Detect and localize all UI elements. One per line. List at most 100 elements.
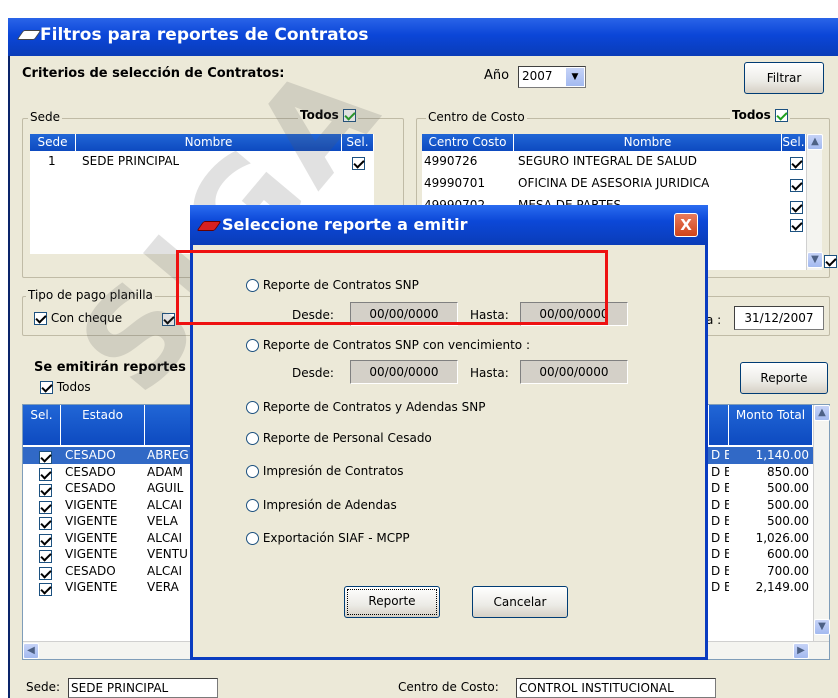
desde-input-2[interactable]: 00/00/0000 <box>350 360 458 384</box>
dialog-report-button[interactable]: Reporte <box>344 586 440 618</box>
scroll-right-icon[interactable]: ▶ <box>793 643 809 659</box>
row-nombre: ALCAI <box>147 530 183 545</box>
option-exportacion-siaf[interactable]: Exportación SIAF - MCPP <box>246 531 410 545</box>
row-estado: VIGENTE <box>65 530 118 545</box>
centro-row-checkbox[interactable] <box>823 255 837 268</box>
row-checkbox[interactable] <box>39 484 52 497</box>
table-row[interactable]: 4990726 SEGURO INTEGRAL DE SALUD <box>422 153 806 170</box>
row-monto: 1,140.00 <box>755 448 809 462</box>
filter-button[interactable]: Filtrar <box>744 62 824 94</box>
row-checkbox[interactable] <box>39 550 52 563</box>
row-checkbox[interactable] <box>39 517 52 530</box>
scroll-down-icon[interactable]: ▼ <box>807 252 823 268</box>
year-select[interactable]: 2007 ▼ <box>518 66 586 88</box>
scroll-left-icon[interactable]: ◀ <box>23 643 39 659</box>
option-label: Impresión de Contratos <box>262 464 404 478</box>
criteria-label: Criterios de selección de Contratos: <box>22 66 285 81</box>
option-contratos-adendas[interactable]: Reporte de Contratos y Adendas SNP <box>246 400 485 414</box>
con-cheque-checkbox[interactable] <box>34 312 47 325</box>
row-checkbox[interactable] <box>39 583 52 596</box>
sede-code: 1 <box>48 154 56 168</box>
centro-row-checkbox[interactable] <box>790 179 803 192</box>
row-checkbox[interactable] <box>39 533 52 547</box>
hasta-input-2[interactable]: 00/00/0000 <box>520 360 628 384</box>
code-col-header[interactable] <box>709 405 729 445</box>
monto-col-header[interactable]: Monto Total <box>729 405 813 445</box>
emitir-todos[interactable]: Todos <box>40 380 91 394</box>
table-row[interactable]: 49990701 OFICINA DE ASESORIA JURIDICA <box>422 175 806 192</box>
option-radio[interactable] <box>246 532 259 545</box>
row-checkbox[interactable] <box>39 451 52 464</box>
option-label: Exportación SIAF - MCPP <box>262 531 410 545</box>
centro-sel-header[interactable]: Sel. <box>782 134 806 151</box>
row-checkbox[interactable] <box>39 500 52 514</box>
row-monto: 700.00 <box>767 563 809 578</box>
centro-nombre-header[interactable]: Nombre <box>514 134 782 151</box>
row-code: D E <box>711 514 729 528</box>
row-monto: 600.00 <box>767 547 809 561</box>
highlight-annotation <box>176 250 608 325</box>
centro-row-checkbox[interactable] <box>790 219 803 232</box>
centro-row-checkbox[interactable] <box>790 201 803 214</box>
scroll-down-icon[interactable]: ▼ <box>814 619 830 635</box>
report-button[interactable]: Reporte <box>740 362 828 394</box>
window-title: Filtros para reportes de Contratos <box>40 25 369 45</box>
row-estado: VIGENTE <box>65 514 118 528</box>
emitir-todos-checkbox[interactable] <box>40 381 53 394</box>
scroll-up-icon[interactable]: ▲ <box>814 405 830 421</box>
dialog-cancel-button[interactable]: Cancelar <box>472 586 568 618</box>
desde-label-2: Desde: <box>292 366 334 380</box>
option-radio[interactable] <box>246 401 259 414</box>
dialog-title: Seleccione reporte a emitir <box>222 215 468 234</box>
centro-code: 49990701 <box>424 176 486 190</box>
row-code: D E <box>711 497 729 512</box>
sel-col-header[interactable]: Sel. <box>23 405 61 445</box>
close-icon[interactable]: X <box>674 213 698 237</box>
centro-todos: Todos <box>730 108 790 122</box>
centro-todos-label: Todos <box>732 108 771 122</box>
date-to-label: a : <box>706 313 722 327</box>
contracts-scrollbar[interactable]: ▲ ▼ <box>813 405 830 641</box>
row-nombre: VERA <box>147 580 179 594</box>
sede-col-header[interactable]: Sede <box>30 134 76 151</box>
option-radio[interactable] <box>246 465 259 478</box>
option-personal-cesado[interactable]: Reporte de Personal Cesado <box>246 431 432 445</box>
row-nombre: AGUIL <box>147 481 184 495</box>
row-checkbox[interactable] <box>39 566 52 580</box>
year-value: 2007 <box>522 69 553 83</box>
status-centro-label: Centro de Costo: <box>398 680 499 694</box>
row-nombre: ABREG <box>147 448 189 462</box>
row-estado: CESADO <box>65 464 116 479</box>
option-radio[interactable] <box>246 339 259 352</box>
row-nombre: VELA <box>147 514 178 528</box>
row-nombre: ADAM <box>147 464 183 479</box>
centro-row-checkbox[interactable] <box>790 157 803 170</box>
status-sede-value: SEDE PRINCIPAL <box>68 678 218 698</box>
date-to-input[interactable]: 31/12/2007 <box>734 306 824 330</box>
option-impresion-contratos[interactable]: Impresión de Contratos <box>246 464 404 478</box>
option-radio[interactable] <box>246 432 259 445</box>
sede-group-title: Sede <box>28 110 62 124</box>
row-nombre: ALCAI <box>147 563 183 578</box>
estado-col-header[interactable]: Estado <box>61 405 145 445</box>
centro-todos-checkbox[interactable] <box>775 109 788 122</box>
hasta-label-2: Hasta: <box>470 366 509 380</box>
row-code: D E <box>711 530 729 545</box>
option-label: Reporte de Contratos y Adendas SNP <box>262 400 486 414</box>
chevron-down-icon[interactable]: ▼ <box>566 68 584 86</box>
row-nombre: ALCAI <box>147 497 183 512</box>
row-monto: 2,149.00 <box>755 580 809 594</box>
row-estado: CESADO <box>65 563 116 578</box>
row-estado: VIGENTE <box>65 497 118 512</box>
option-impresion-adendas[interactable]: Impresión de Adendas <box>246 498 397 512</box>
centro-scrollbar[interactable]: ▲ ▼ <box>806 134 823 270</box>
row-monto: 500.00 <box>767 497 809 512</box>
scroll-up-icon[interactable]: ▲ <box>807 134 823 150</box>
row-estado: CESADO <box>65 481 116 495</box>
row-monto: 1,026.00 <box>755 530 809 545</box>
option-radio[interactable] <box>246 499 259 512</box>
option-contratos-snp-vencimiento[interactable]: Reporte de Contratos SNP con vencimiento… <box>246 338 530 352</box>
centro-code-header[interactable]: Centro Costo <box>422 134 514 151</box>
option-label: Reporte de Contratos SNP con vencimiento… <box>262 338 530 352</box>
row-checkbox[interactable] <box>39 467 52 481</box>
